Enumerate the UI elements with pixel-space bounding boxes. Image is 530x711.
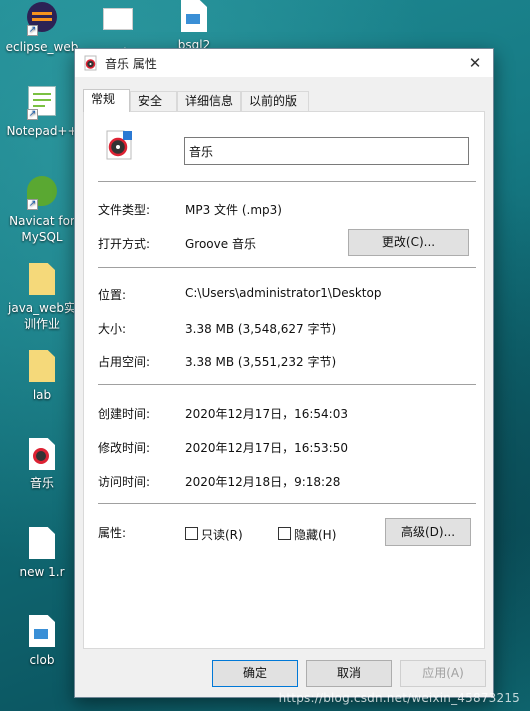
desktop-icon-label: clob	[29, 653, 55, 667]
desktop-icon-notepadpp[interactable]: ↗ Notepad++	[3, 86, 81, 139]
size-on-disk-value: 3.38 MB (3,551,232 字节)	[185, 355, 337, 369]
apply-button[interactable]: 应用(A)	[400, 660, 486, 687]
accessed-value: 2020年12月18日，9:18:28	[185, 475, 341, 489]
desktop-icon-lab[interactable]: lab	[3, 350, 81, 403]
title-bar[interactable]: 音乐 属性 ✕	[75, 49, 493, 77]
opens-with-value: Groove 音乐	[185, 237, 256, 251]
desktop-icon-clob[interactable]: clob	[3, 615, 81, 668]
desktop-icon-bsql2[interactable]: bsql2	[155, 0, 233, 53]
cancel-button[interactable]: 取消	[306, 660, 392, 687]
desktop-icon-java-web[interactable]: java_web实训作业	[3, 263, 81, 332]
desktop-icon-label: Notepad++	[6, 124, 78, 138]
location-label: 位置:	[98, 288, 127, 302]
tab-details[interactable]: 详细信息	[177, 91, 241, 111]
accessed-label: 访问时间:	[98, 475, 151, 489]
desktop-icon-music[interactable]: 音乐	[3, 438, 81, 491]
file-icon	[101, 8, 135, 42]
desktop-icon-label: eclipse_web	[5, 40, 79, 54]
close-icon[interactable]: ✕	[457, 49, 493, 77]
desktop-icon-label: lab	[32, 388, 52, 402]
shortcut-arrow-icon: ↗	[27, 25, 38, 36]
created-label: 创建时间:	[98, 407, 151, 421]
modified-value: 2020年12月17日，16:53:50	[185, 441, 348, 455]
location-value: C:\Users\administrator1\Desktop	[185, 286, 382, 300]
notepadpp-icon: ↗	[25, 86, 59, 120]
desktop-icon-label: 音乐	[29, 476, 54, 490]
desktop-icon-label: new 1.r	[19, 565, 65, 579]
image-file-icon	[177, 0, 211, 34]
readonly-label[interactable]: 只读(R)	[201, 526, 243, 543]
shortcut-arrow-icon: ↗	[27, 199, 38, 210]
hidden-checkbox[interactable]	[278, 527, 291, 540]
navicat-icon: ↗	[25, 176, 59, 210]
attributes-label: 属性:	[98, 526, 127, 540]
ok-button[interactable]: 确定	[212, 660, 298, 687]
size-label: 大小:	[98, 322, 127, 336]
divider	[98, 384, 476, 385]
size-value: 3.38 MB (3,548,627 字节)	[185, 322, 337, 336]
modified-label: 修改时间:	[98, 441, 151, 455]
window-title: 音乐 属性	[105, 57, 157, 71]
desktop-icon-label: java_web实训作业	[8, 301, 76, 331]
divider	[98, 503, 476, 504]
file-type-value: MP3 文件 (.mp3)	[185, 203, 282, 217]
file-icon	[25, 527, 59, 561]
music-file-icon	[104, 129, 134, 161]
eclipse-icon: ↗	[25, 2, 59, 36]
desktop-icon-new1r[interactable]: new 1.r	[3, 527, 81, 580]
readonly-checkbox[interactable]	[185, 527, 198, 540]
tab-previous-versions[interactable]: 以前的版本	[241, 91, 309, 127]
music-file-icon	[83, 55, 99, 71]
opens-with-label: 打开方式:	[98, 237, 151, 251]
created-value: 2020年12月17日，16:54:03	[185, 407, 348, 421]
watermark-text: https://blog.csdn.net/weixin_45873215	[278, 691, 520, 705]
shortcut-arrow-icon: ↗	[27, 109, 38, 120]
file-name-input[interactable]: 音乐	[184, 137, 469, 165]
properties-dialog: 音乐 属性 ✕ 常规 安全 详细信息 以前的版本 音乐 文件类型: MP3 文件…	[74, 48, 494, 698]
music-file-icon	[25, 438, 59, 472]
advanced-button[interactable]: 高级(D)...	[385, 518, 471, 546]
desktop-icon-label: Navicat for MySQL	[9, 214, 75, 244]
divider	[98, 267, 476, 268]
general-panel: 音乐 文件类型: MP3 文件 (.mp3) 打开方式: Groove 音乐 更…	[83, 111, 485, 649]
divider	[98, 181, 476, 182]
desktop-icon-navicat[interactable]: ↗ Navicat for MySQL	[3, 176, 81, 245]
hidden-label[interactable]: 隐藏(H)	[294, 526, 336, 543]
desktop-icon-eclipse-web[interactable]: ↗ eclipse_web	[3, 0, 81, 55]
image-file-icon	[25, 615, 59, 649]
zip-folder-icon	[25, 263, 59, 297]
tab-general[interactable]: 常规	[83, 89, 130, 112]
zip-folder-icon	[25, 350, 59, 384]
change-button[interactable]: 更改(C)...	[348, 229, 469, 256]
tab-security[interactable]: 安全	[130, 91, 177, 111]
size-on-disk-label: 占用空间:	[98, 355, 151, 369]
file-type-label: 文件类型:	[98, 203, 151, 217]
